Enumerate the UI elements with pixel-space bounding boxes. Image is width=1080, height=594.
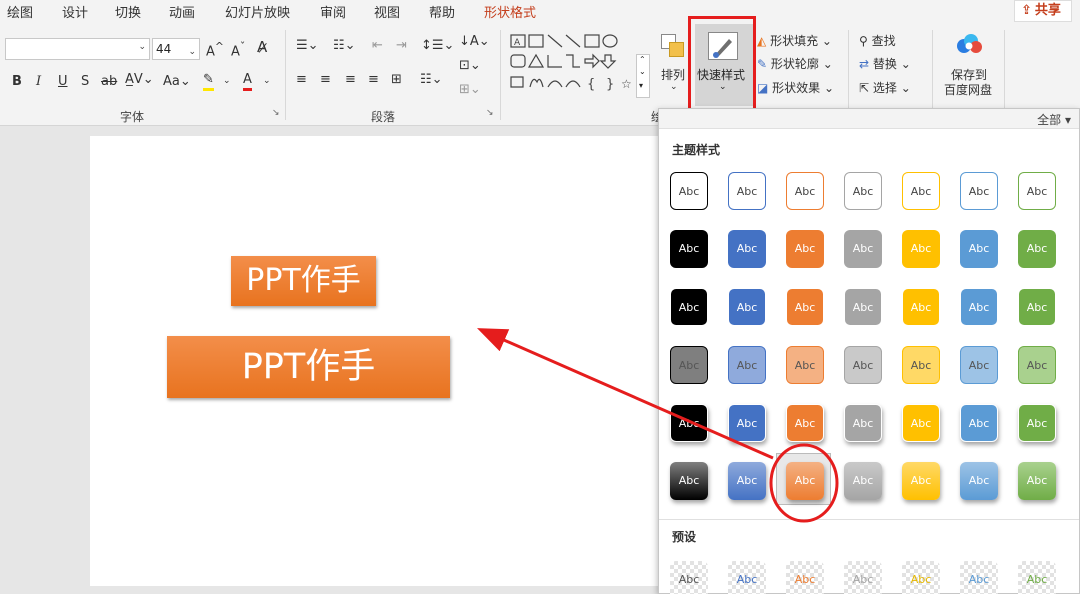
powerpoint-window: 绘图 设计 切换 动画 幻灯片放映 审阅 视图 帮助 形状格式 ⇪ 共享 ⌄ 44… [0,0,1080,594]
annotation-circle [769,443,839,523]
annotation-arrow [477,328,774,460]
annotation-overlay [477,328,839,523]
